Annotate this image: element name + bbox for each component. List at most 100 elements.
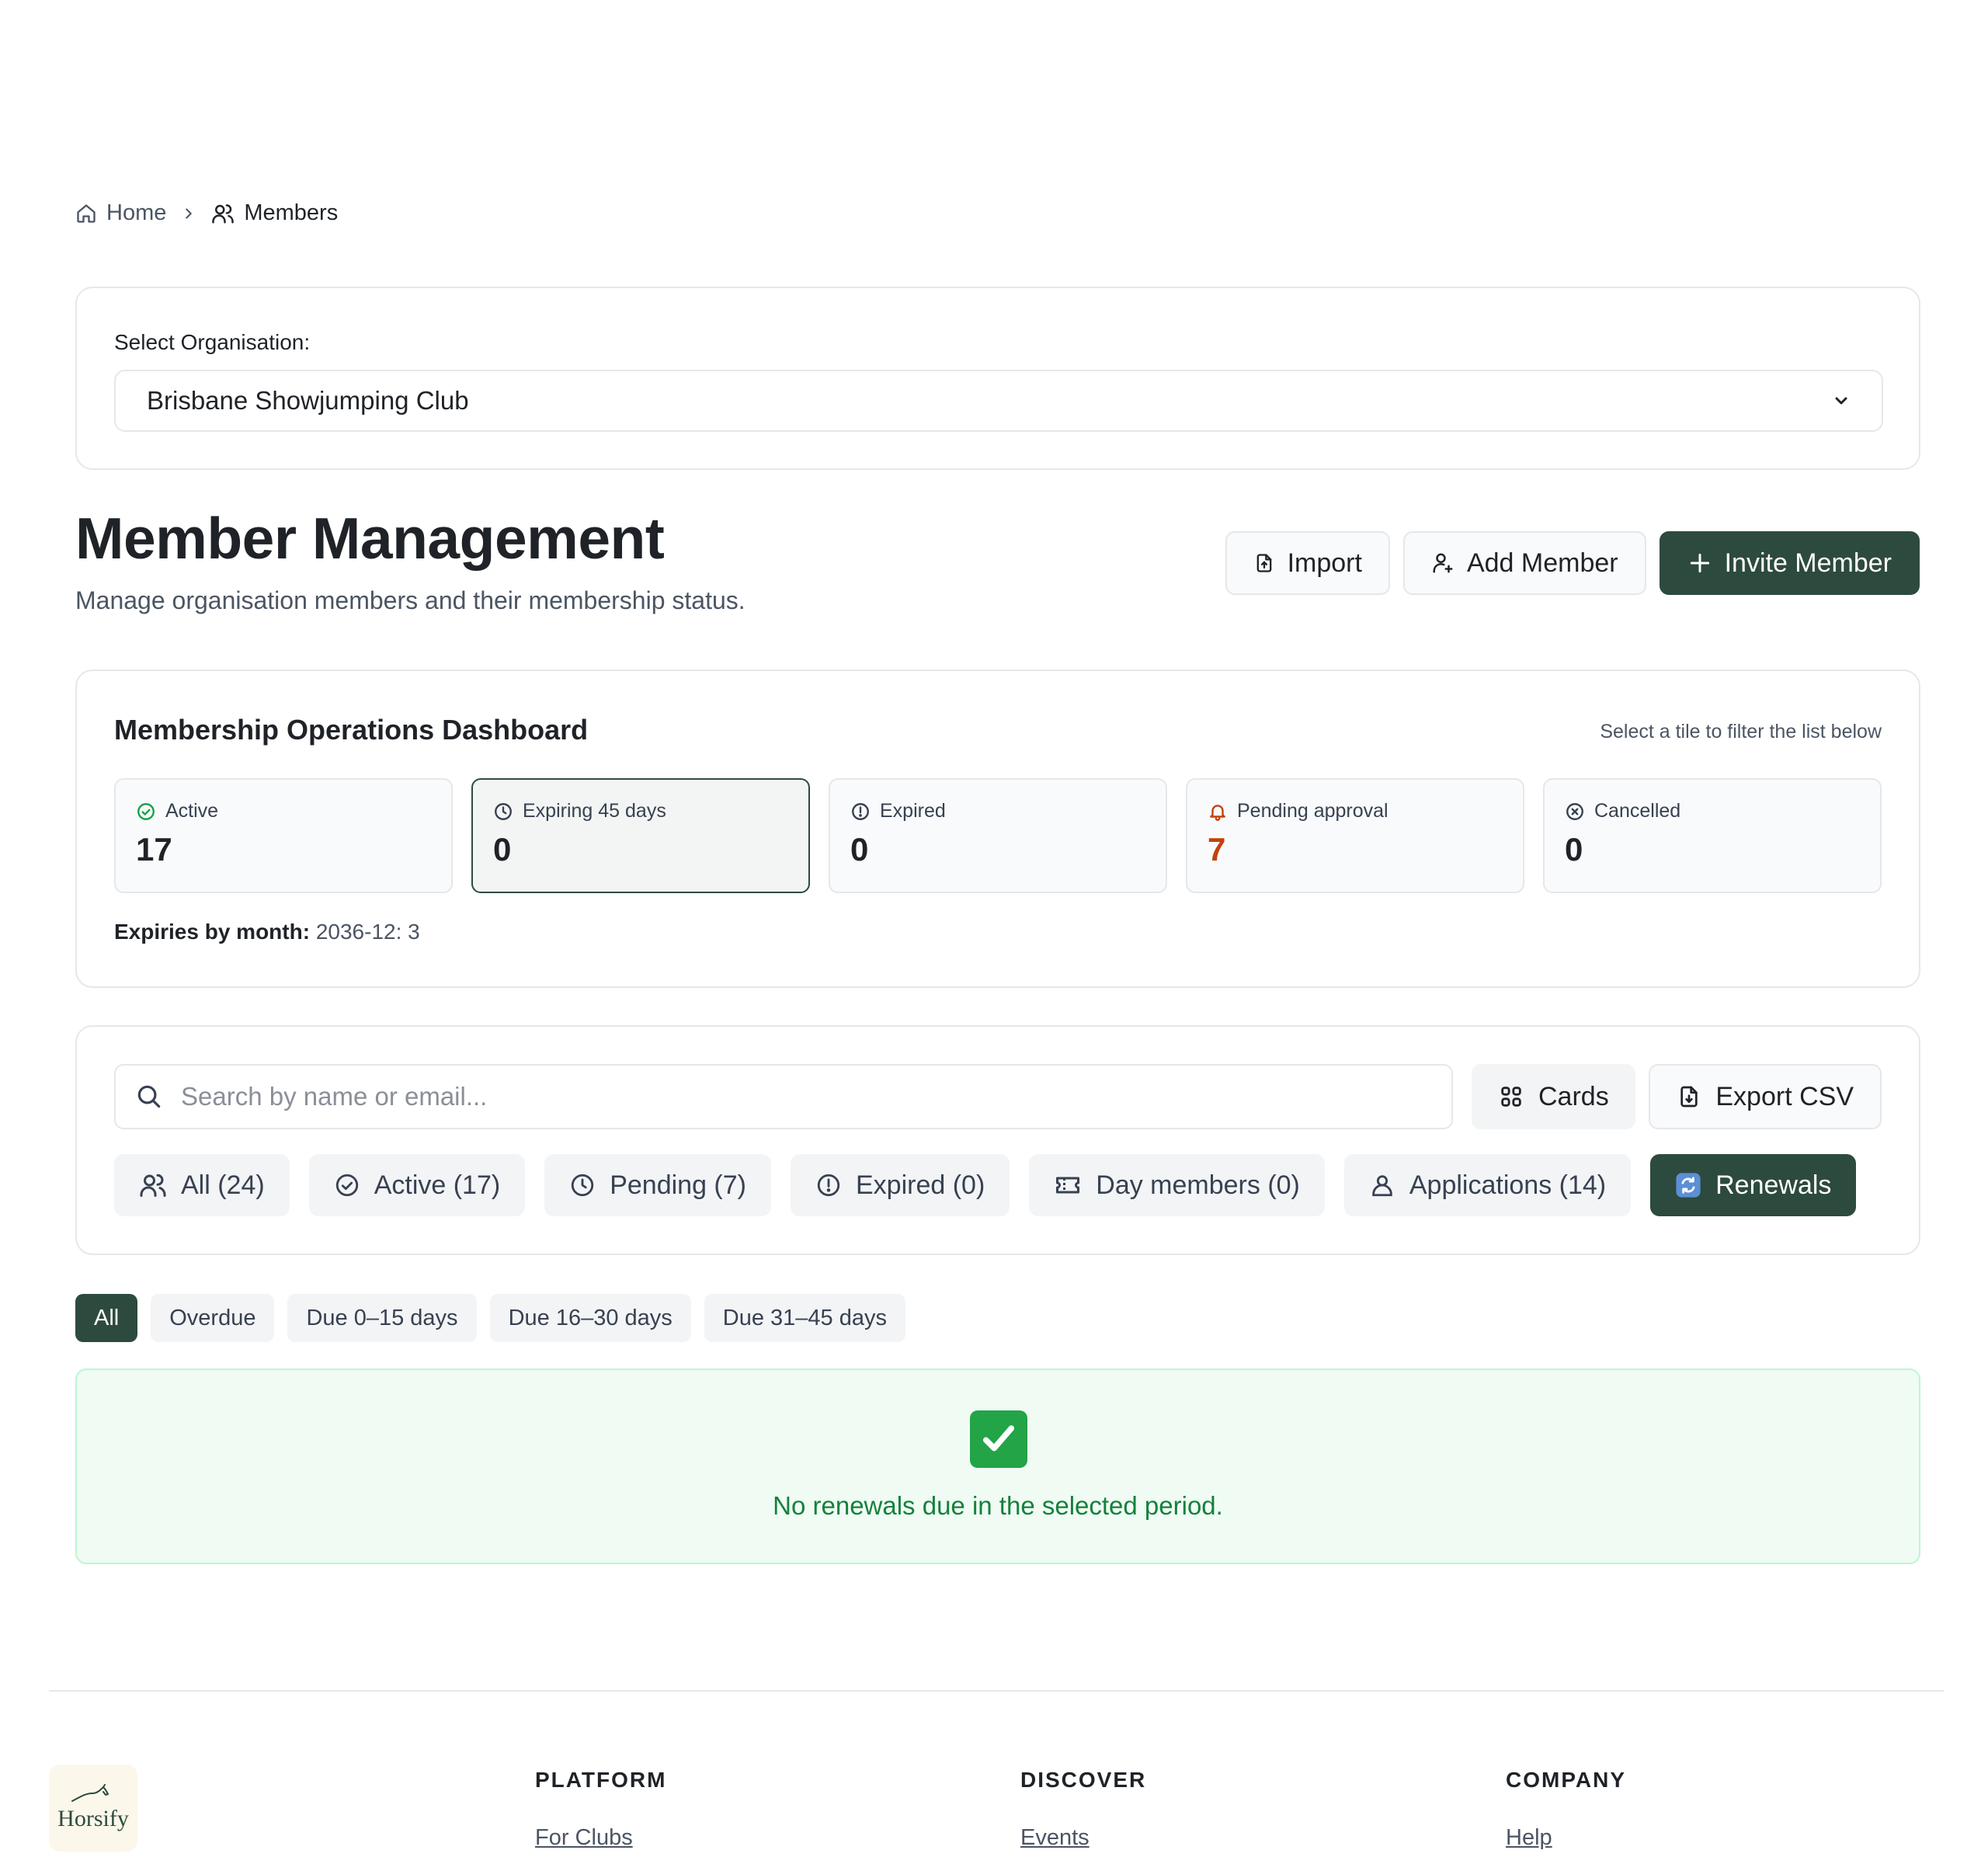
tab-active[interactable]: Active (17) [308, 1154, 526, 1216]
export-csv-button[interactable]: Export CSV [1649, 1064, 1882, 1129]
page-subtitle: Manage organisation members and their me… [75, 586, 746, 614]
tile-cancelled-value: 0 [1565, 831, 1583, 868]
empty-message: No renewals due in the selected period. [773, 1491, 1223, 1520]
alert-circle-icon [850, 802, 871, 822]
invite-member-label: Invite Member [1724, 548, 1892, 578]
expiries-by-month: Expiries by month: 2036-12: 3 [114, 920, 420, 944]
search-icon [134, 1082, 164, 1111]
footer-link-help[interactable]: Help [1506, 1825, 1626, 1851]
operations-dashboard: Membership Operations Dashboard Select a… [75, 669, 1920, 988]
horsify-logo[interactable]: Horsify [49, 1765, 137, 1852]
organisation-select[interactable]: Brisbane Showjumping Club [114, 370, 1883, 432]
tile-active-value: 17 [136, 831, 172, 868]
tab-expired-label: Expired (0) [855, 1170, 985, 1200]
search-input[interactable] [181, 1082, 1433, 1111]
tab-applications[interactable]: Applications (14) [1343, 1154, 1632, 1216]
clock-icon [569, 1172, 596, 1198]
plus-icon [1687, 551, 1712, 576]
users-icon [211, 202, 235, 225]
cards-view-label: Cards [1538, 1081, 1609, 1111]
breadcrumb-home[interactable]: Home [75, 200, 166, 226]
breadcrumb-current-label: Members [244, 200, 339, 225]
clock-icon [493, 802, 513, 822]
grid-icon [1498, 1083, 1524, 1110]
search-box[interactable] [114, 1064, 1453, 1129]
tile-active[interactable]: Active 17 [114, 778, 453, 893]
dashboard-tiles: Active 17 Expiring 45 days 0 Expired 0 P… [114, 778, 1882, 893]
check-mark-icon [970, 1410, 1027, 1468]
footer-company-heading: COMPANY [1506, 1768, 1627, 1792]
dashboard-hint: Select a tile to filter the list below [1600, 721, 1882, 742]
tile-expiring-label: Expiring 45 days [523, 800, 666, 822]
footer-discover: DISCOVER Events [1020, 1768, 1146, 1851]
users-icon [139, 1171, 167, 1199]
tab-renewals-label: Renewals [1715, 1170, 1832, 1200]
tile-expired-value: 0 [850, 831, 869, 868]
breadcrumb-home-label: Home [106, 200, 167, 225]
tab-applications-label: Applications (14) [1409, 1170, 1607, 1200]
chip-overdue[interactable]: Overdue [151, 1294, 275, 1342]
expiries-label: Expiries by month: [114, 920, 311, 944]
tile-expiring[interactable]: Expiring 45 days 0 [471, 778, 810, 893]
organisation-selected: Brisbane Showjumping Club [147, 386, 469, 415]
tile-pending[interactable]: Pending approval 7 [1186, 778, 1524, 893]
file-download-icon [1677, 1084, 1701, 1109]
tab-day-members-label: Day members (0) [1096, 1170, 1300, 1200]
footer-link-events[interactable]: Events [1020, 1825, 1146, 1851]
user-icon [1369, 1172, 1395, 1198]
tile-active-label: Active [165, 800, 219, 822]
cards-view-button[interactable]: Cards [1472, 1064, 1635, 1129]
header-actions: Import Add Member Invite Member [1225, 531, 1920, 595]
chevron-right-icon [180, 205, 197, 222]
page-title: Member Management [75, 506, 665, 571]
add-member-button[interactable]: Add Member [1402, 531, 1646, 595]
chip-all[interactable]: All [75, 1294, 138, 1342]
tile-pending-label: Pending approval [1237, 800, 1388, 822]
home-icon [75, 203, 97, 224]
x-circle-icon [1565, 802, 1585, 822]
logo-text: Horsify [57, 1806, 129, 1831]
tab-day-members[interactable]: Day members (0) [1029, 1154, 1325, 1216]
tile-cancelled[interactable]: Cancelled 0 [1543, 778, 1882, 893]
ticket-icon [1054, 1171, 1082, 1199]
chip-due-0-15[interactable]: Due 0–15 days [287, 1294, 477, 1342]
chip-due-16-30[interactable]: Due 16–30 days [489, 1294, 691, 1342]
alert-circle-icon [815, 1172, 842, 1198]
member-tabs: All (24) Active (17) Pending (7) Expired… [114, 1154, 1857, 1216]
organisation-card: Select Organisation: Brisbane Showjumpin… [75, 287, 1920, 470]
export-csv-label: Export CSV [1715, 1081, 1854, 1111]
chip-due-31-45[interactable]: Due 31–45 days [704, 1294, 905, 1342]
footer-link-for-clubs[interactable]: For Clubs [535, 1825, 666, 1851]
invite-member-button[interactable]: Invite Member [1659, 531, 1920, 595]
footer-divider [49, 1690, 1944, 1692]
breadcrumb-current: Members [211, 200, 338, 226]
import-label: Import [1287, 548, 1362, 578]
check-circle-icon [136, 802, 156, 822]
check-circle-icon [334, 1172, 360, 1198]
empty-state: No renewals due in the selected period. [75, 1368, 1920, 1564]
footer-platform: PLATFORM For Clubs [535, 1768, 666, 1851]
tile-expired-label: Expired [880, 800, 946, 822]
tab-expired[interactable]: Expired (0) [790, 1154, 1010, 1216]
tab-all[interactable]: All (24) [114, 1154, 290, 1216]
renewal-period-filter: All Overdue Due 0–15 days Due 16–30 days… [75, 1294, 905, 1342]
tile-expiring-value: 0 [493, 831, 512, 868]
tab-pending[interactable]: Pending (7) [544, 1154, 771, 1216]
tab-renewals[interactable]: Renewals [1650, 1154, 1857, 1216]
footer-platform-heading: PLATFORM [535, 1768, 667, 1792]
user-plus-icon [1431, 551, 1455, 575]
tab-pending-label: Pending (7) [610, 1170, 746, 1200]
tab-active-label: Active (17) [374, 1170, 501, 1200]
tile-cancelled-label: Cancelled [1594, 800, 1681, 822]
horse-icon [69, 1784, 117, 1804]
footer-company: COMPANY Help [1506, 1768, 1626, 1851]
tile-pending-value: 7 [1208, 831, 1226, 868]
member-filters: Cards Export CSV All (24) Active (17) Pe… [75, 1025, 1920, 1255]
breadcrumb: Home Members [75, 200, 338, 226]
organisation-label: Select Organisation: [114, 330, 311, 354]
tab-all-label: All (24) [181, 1170, 265, 1200]
import-button[interactable]: Import [1225, 531, 1390, 595]
tile-expired[interactable]: Expired 0 [829, 778, 1167, 893]
chevron-down-icon [1832, 391, 1851, 410]
expiries-value: 2036-12: 3 [315, 920, 420, 944]
